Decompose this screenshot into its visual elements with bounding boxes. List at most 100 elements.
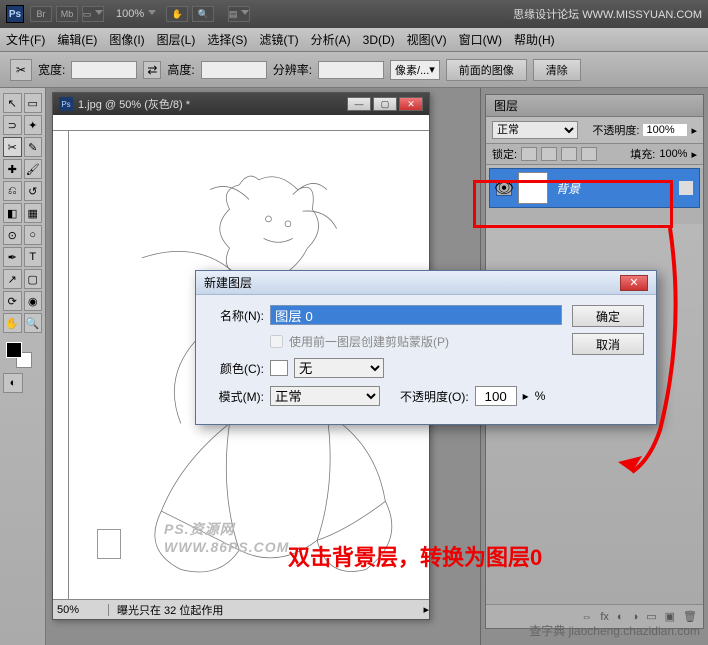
clip-mask-label: 使用前一图层创建剪贴蒙版(P) xyxy=(289,333,449,350)
close-button[interactable]: ✕ xyxy=(399,97,423,111)
width-label: 宽度: xyxy=(38,61,65,78)
menu-filter[interactable]: 滤镜(T) xyxy=(259,31,298,48)
new-layer-dialog: 新建图层 ✕ 名称(N): 使用前一图层创建剪贴蒙版(P) 颜色(C): 无 模… xyxy=(195,270,657,425)
menu-layer[interactable]: 图层(L) xyxy=(157,31,196,48)
minimize-button[interactable]: — xyxy=(347,97,371,111)
document-title: 1.jpg @ 50% (灰色/8) * xyxy=(78,96,190,112)
bridge-button[interactable]: Br xyxy=(30,6,52,22)
visibility-eye-icon[interactable]: 👁 xyxy=(496,180,512,196)
fx-icon[interactable]: fx xyxy=(600,611,609,623)
lock-position-button[interactable] xyxy=(561,147,577,161)
fill-value[interactable]: 100% xyxy=(659,148,687,160)
height-input[interactable] xyxy=(201,61,267,79)
zoom-tool-button[interactable]: 🔍 xyxy=(192,6,214,22)
minibridge-button[interactable]: Mb xyxy=(56,6,78,22)
gradient-tool[interactable]: ▦ xyxy=(24,203,43,223)
chevron-down-icon[interactable] xyxy=(148,10,156,18)
layer-name[interactable]: 背景 xyxy=(556,180,679,197)
color-select[interactable]: 无 xyxy=(294,358,384,378)
adjustment-icon[interactable]: ◑ xyxy=(632,611,639,623)
wand-tool[interactable]: ✦ xyxy=(24,115,43,135)
zoom-tool[interactable]: 🔍 xyxy=(24,313,43,333)
pen-tool[interactable]: ✒ xyxy=(3,247,22,267)
name-label: 名称(N): xyxy=(208,307,264,324)
menu-view[interactable]: 视图(V) xyxy=(407,31,447,48)
resolution-input[interactable] xyxy=(318,61,384,79)
type-tool[interactable]: T xyxy=(24,247,43,267)
blend-mode-select[interactable]: 正常 xyxy=(492,121,578,139)
camera-tool[interactable]: ◉ xyxy=(24,291,43,311)
site-label: 思缘设计论坛 WWW.MISSYUAN.COM xyxy=(513,6,702,22)
opacity-slider-icon[interactable]: ▸ xyxy=(523,389,529,403)
mode-select[interactable]: 正常 xyxy=(270,386,380,406)
marquee-tool[interactable]: ▭ xyxy=(24,93,43,113)
color-label: 颜色(C): xyxy=(208,360,264,377)
menu-file[interactable]: 文件(F) xyxy=(6,31,45,48)
doc-zoom-field[interactable]: 50% xyxy=(53,604,109,616)
doc-status-info: 曝光只在 32 位起作用 xyxy=(109,602,423,618)
eraser-tool[interactable]: ◧ xyxy=(3,203,22,223)
layer-row-background[interactable]: 👁 背景 xyxy=(489,168,700,208)
menu-window[interactable]: 窗口(W) xyxy=(459,31,502,48)
opacity-input[interactable] xyxy=(475,386,517,406)
maximize-button[interactable]: ▢ xyxy=(373,97,397,111)
color-swatches[interactable] xyxy=(2,340,43,372)
width-input[interactable] xyxy=(71,61,137,79)
chevron-right-icon[interactable]: ▸ xyxy=(691,124,697,137)
swap-wh-button[interactable]: ⇄ xyxy=(143,61,161,79)
arrange-button[interactable]: ▤ xyxy=(228,6,250,22)
eyedropper-tool[interactable]: ✎ xyxy=(24,137,43,157)
menu-edit[interactable]: 编辑(E) xyxy=(57,31,97,48)
mask-icon[interactable]: ◐ xyxy=(617,611,624,623)
chevron-right-icon[interactable]: ▸ xyxy=(691,148,697,161)
crop-tool-icon[interactable]: ✂ xyxy=(10,59,32,81)
quickmask-button[interactable]: ◐ xyxy=(3,373,23,393)
document-titlebar[interactable]: Ps 1.jpg @ 50% (灰色/8) * — ▢ ✕ xyxy=(53,93,429,115)
menu-select[interactable]: 选择(S) xyxy=(207,31,247,48)
dialog-close-button[interactable]: ✕ xyxy=(620,275,648,291)
lasso-tool[interactable]: ⊃ xyxy=(3,115,22,135)
vertical-ruler xyxy=(53,131,69,599)
ps-logo-icon: Ps xyxy=(6,5,24,23)
layers-tab[interactable]: 图层 xyxy=(486,95,703,117)
menu-help[interactable]: 帮助(H) xyxy=(514,31,555,48)
menu-analysis[interactable]: 分析(A) xyxy=(311,31,351,48)
blur-tool[interactable]: ⊙ xyxy=(3,225,22,245)
3d-tool[interactable]: ⟳ xyxy=(3,291,22,311)
opacity-value[interactable]: 100% xyxy=(643,124,687,136)
hand-tool[interactable]: ✋ xyxy=(3,313,22,333)
layer-name-input[interactable] xyxy=(270,305,562,325)
crop-tool[interactable]: ✂ xyxy=(3,137,22,157)
history-brush-tool[interactable]: ↺ xyxy=(24,181,43,201)
menu-3d[interactable]: 3D(D) xyxy=(363,33,395,47)
lock-pixels-button[interactable] xyxy=(541,147,557,161)
lock-all-button[interactable] xyxy=(581,147,597,161)
zoom-level[interactable]: 100% xyxy=(116,8,144,20)
hand-tool-button[interactable]: ✋ xyxy=(166,6,188,22)
heal-tool[interactable]: ✚ xyxy=(3,159,22,179)
color-swatch[interactable] xyxy=(270,360,288,376)
menu-image[interactable]: 图像(I) xyxy=(109,31,144,48)
brush-tool[interactable]: 🖌 xyxy=(24,159,43,179)
link-layers-icon[interactable]: ⇔ xyxy=(581,611,592,623)
lock-transparency-button[interactable] xyxy=(521,147,537,161)
layer-thumbnail[interactable] xyxy=(518,172,548,204)
unit-combo[interactable]: 像素/... ▾ xyxy=(390,60,440,80)
tool-palette: ↖▭ ⊃✦ ✂✎ ✚🖌 ⎌↺ ◧▦ ⊙○ ✒T ↗▢ ⟳◉ ✋🔍 ◐ xyxy=(0,88,46,645)
front-image-button[interactable]: 前面的图像 xyxy=(446,59,527,81)
percent-label: % xyxy=(535,389,546,403)
resolution-label: 分辨率: xyxy=(273,61,312,78)
stamp-tool[interactable]: ⎌ xyxy=(3,181,22,201)
cancel-button[interactable]: 取消 xyxy=(572,333,644,355)
path-tool[interactable]: ↗ xyxy=(3,269,22,289)
status-arrow-icon[interactable]: ▸ xyxy=(423,603,429,616)
fill-label: 填充: xyxy=(630,146,655,162)
dodge-tool[interactable]: ○ xyxy=(24,225,43,245)
ok-button[interactable]: 确定 xyxy=(572,305,644,327)
dialog-titlebar[interactable]: 新建图层 ✕ xyxy=(196,271,656,295)
shape-tool[interactable]: ▢ xyxy=(24,269,43,289)
clear-button[interactable]: 清除 xyxy=(533,59,581,81)
horizontal-ruler xyxy=(53,115,429,131)
move-tool[interactable]: ↖ xyxy=(3,93,22,113)
screen-mode-button[interactable]: ▭ xyxy=(82,6,104,22)
